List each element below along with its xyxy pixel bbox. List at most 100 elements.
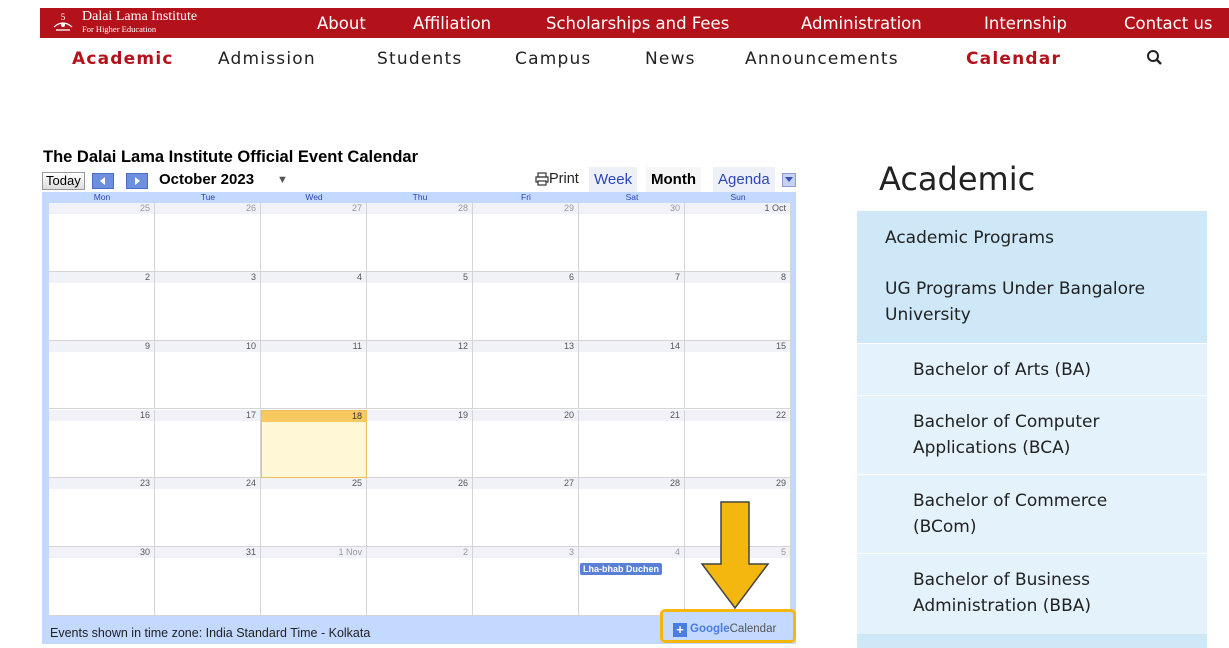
subnav-campus[interactable]: Campus (515, 46, 591, 72)
day-cell[interactable]: 3 (155, 271, 261, 341)
day-cell[interactable]: 1 Nov (261, 547, 367, 616)
google-calendar-label[interactable]: GoogleCalendar (690, 623, 776, 635)
day-cell[interactable]: 2 (49, 271, 155, 341)
day-number: 24 (155, 478, 260, 490)
tab-agenda[interactable]: Agenda (713, 167, 775, 192)
plus-icon: + (673, 623, 687, 637)
day-cell[interactable]: 15 (685, 340, 791, 410)
day-cell[interactable]: 11 (261, 340, 367, 410)
site-logo[interactable]: 5 Dalai Lama Institute For Higher Educat… (50, 10, 197, 34)
calendar-month-grid: Mon Tue Wed Thu Fri Sat Sun 25 26 27 28 29 30 1 Oct 2… (42, 192, 796, 644)
sidebar-item-bca[interactable]: Bachelor of Computer Applications (BCA) (857, 396, 1207, 474)
next-month-button[interactable] (126, 173, 148, 189)
day-cell[interactable]: 29 (473, 203, 579, 272)
day-number: 11 (261, 340, 366, 352)
day-number: 18 (262, 410, 366, 422)
day-number: 28 (579, 478, 684, 490)
day-number: 25 (49, 203, 154, 214)
day-cell[interactable]: 1 Oct (685, 203, 791, 272)
brand-subtitle: For Higher Education (82, 24, 157, 35)
day-cell[interactable]: 26 (155, 203, 261, 272)
day-cell[interactable]: 2 (367, 547, 473, 616)
day-cell[interactable]: 13 (473, 340, 579, 410)
day-cell[interactable]: 25 (49, 203, 155, 272)
day-cell[interactable]: 5 (367, 271, 473, 341)
day-cell[interactable]: 30 (579, 203, 685, 272)
day-number: 3 (473, 547, 578, 559)
day-cell[interactable]: 22 (685, 409, 791, 479)
day-number: 5 (367, 271, 472, 283)
day-number: 3 (155, 271, 260, 283)
search-icon[interactable] (1145, 48, 1165, 68)
day-cell[interactable]: 27 (261, 203, 367, 272)
day-cell[interactable]: 30 (49, 547, 155, 616)
day-cell[interactable]: 27 (473, 478, 579, 548)
day-number: 30 (49, 547, 154, 559)
subnav-calendar[interactable]: Calendar (966, 46, 1061, 72)
day-cell[interactable]: 24 (155, 478, 261, 548)
day-cell[interactable]: 23 (49, 478, 155, 548)
subnav-announcements[interactable]: Announcements (745, 46, 899, 72)
day-cell[interactable]: 7 (579, 271, 685, 341)
day-cell[interactable]: 4 (261, 271, 367, 341)
nav-contact-us[interactable]: Contact us (1124, 8, 1213, 38)
day-cell[interactable]: 17 (155, 409, 261, 479)
print-button[interactable]: Print (535, 171, 579, 187)
day-cell[interactable]: 19 (367, 409, 473, 479)
today-button[interactable]: Today (42, 172, 85, 190)
nav-administration[interactable]: Administration (801, 8, 922, 38)
nav-scholarships-and-fees[interactable]: Scholarships and Fees (546, 8, 729, 38)
prev-month-button[interactable] (92, 173, 114, 189)
weekday-fri: Fri (521, 192, 531, 202)
sidebar-item-academic-programs[interactable]: Academic Programs (857, 211, 1207, 263)
current-month-label: October 2023 (159, 171, 255, 188)
day-cell[interactable]: 12 (367, 340, 473, 410)
nav-affiliation[interactable]: Affiliation (413, 8, 491, 38)
tab-week[interactable]: Week (589, 167, 638, 192)
month-dropdown-icon[interactable]: ▼ (277, 174, 288, 186)
day-cell[interactable]: 4 Lha-bhab Duchen (579, 547, 685, 616)
day-cell[interactable]: 31 (155, 547, 261, 616)
nav-about[interactable]: About (317, 8, 366, 38)
day-cell[interactable]: 26 (367, 478, 473, 548)
google-brand: Google (690, 623, 730, 635)
sidebar-next-section (857, 634, 1207, 648)
day-number: 1 Oct (685, 203, 790, 214)
day-cell[interactable]: 9 (49, 340, 155, 410)
day-number: 27 (261, 203, 366, 214)
agenda-dropdown-icon[interactable] (782, 173, 796, 187)
nav-internship[interactable]: Internship (984, 8, 1067, 38)
day-cell[interactable]: 10 (155, 340, 261, 410)
day-number: 26 (155, 203, 260, 214)
subnav-academic[interactable]: Academic (72, 46, 174, 72)
day-cell[interactable]: 25 (261, 478, 367, 548)
svg-text:5: 5 (61, 12, 66, 22)
sidebar-item-bcom[interactable]: Bachelor of Commerce (BCom) (857, 475, 1207, 553)
day-number: 30 (579, 203, 684, 214)
tab-month[interactable]: Month (646, 167, 701, 192)
day-cell[interactable]: 6 (473, 271, 579, 341)
day-cell[interactable]: 14 (579, 340, 685, 410)
arrow-right-icon (135, 177, 140, 185)
day-cell[interactable]: 18 (261, 409, 367, 479)
subnav-students[interactable]: Students (377, 46, 462, 72)
sidebar-item-ug-programs[interactable]: UG Programs Under Bangalore University (857, 263, 1207, 343)
day-cell[interactable]: 20 (473, 409, 579, 479)
day-number: 27 (473, 478, 578, 490)
day-cell[interactable]: 28 (579, 478, 685, 548)
day-cell[interactable]: 21 (579, 409, 685, 479)
sidebar-item-bba[interactable]: Bachelor of Business Administration (BBA… (857, 554, 1207, 634)
calendar-event[interactable]: Lha-bhab Duchen (580, 563, 662, 576)
day-number: 7 (579, 271, 684, 283)
sidebar-item-ba[interactable]: Bachelor of Arts (BA) (857, 344, 1207, 395)
subnav-news[interactable]: News (645, 46, 696, 72)
subnav-admission[interactable]: Admission (218, 46, 316, 72)
day-number: 12 (367, 340, 472, 352)
day-cell[interactable]: 28 (367, 203, 473, 272)
day-number: 1 Nov (261, 547, 366, 559)
print-label: Print (549, 171, 579, 187)
weekday-sat: Sat (625, 192, 639, 202)
day-cell[interactable]: 8 (685, 271, 791, 341)
day-cell[interactable]: 16 (49, 409, 155, 479)
day-cell[interactable]: 3 (473, 547, 579, 616)
